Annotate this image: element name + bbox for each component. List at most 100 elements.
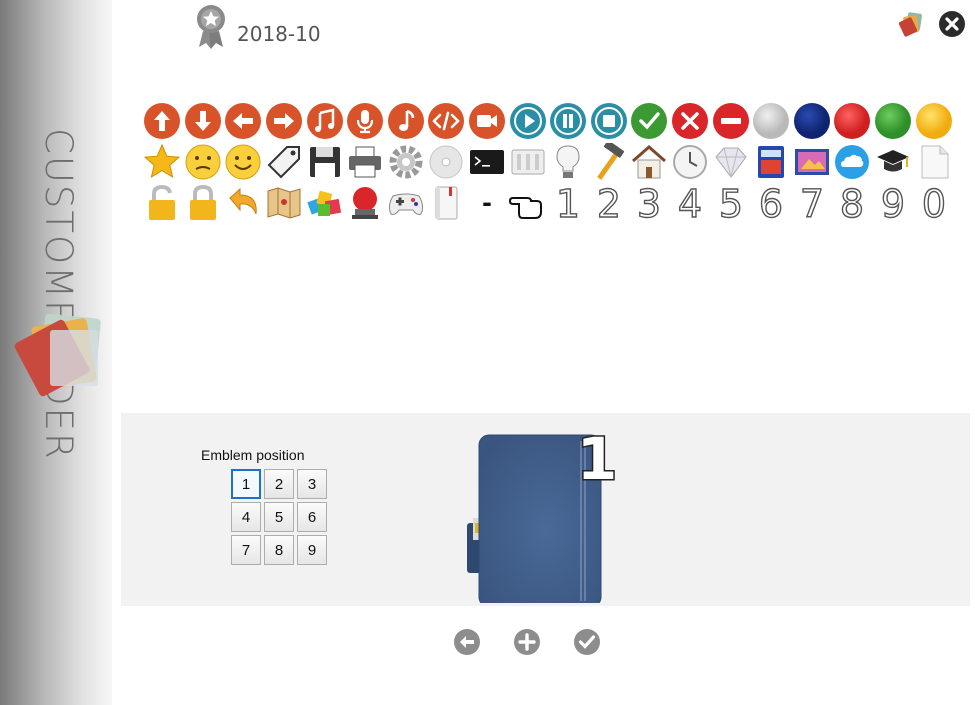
award-badge-icon [197, 5, 225, 49]
image-icon[interactable] [792, 141, 833, 182]
dash-icon[interactable]: - [467, 182, 508, 223]
navy-dot-icon[interactable] [792, 100, 833, 141]
svg-text:0: 0 [921, 184, 945, 222]
digit-2-icon[interactable]: 2 [589, 182, 630, 223]
disc-icon[interactable] [426, 141, 467, 182]
position-button-2[interactable]: 2 [264, 469, 294, 499]
music-note-icon[interactable] [386, 100, 427, 141]
emblem-row-2 [142, 141, 954, 182]
arrow-left-icon[interactable] [223, 100, 264, 141]
action-bar [452, 627, 602, 657]
svg-text:3: 3 [637, 184, 661, 222]
red-dot-icon[interactable] [832, 100, 873, 141]
svg-text:9: 9 [881, 184, 905, 222]
add-icon[interactable] [512, 627, 542, 657]
version-row: 2018-10 [195, 3, 321, 49]
digit-4-icon[interactable]: 4 [670, 182, 711, 223]
locked-padlock-icon[interactable] [183, 182, 224, 223]
svg-text:1: 1 [556, 184, 580, 222]
music-notes-icon[interactable] [304, 100, 345, 141]
digit-5-icon[interactable]: 5 [710, 182, 751, 223]
emblem-position-label: Emblem position [201, 447, 305, 463]
cross-icon[interactable] [670, 100, 711, 141]
folder-stack-logo-icon [14, 313, 101, 397]
digit-8-icon[interactable]: 8 [832, 182, 873, 223]
microphone-icon[interactable] [345, 100, 386, 141]
svg-text:7: 7 [800, 184, 824, 222]
stop-icon[interactable] [589, 100, 630, 141]
digit-0-icon[interactable]: 0 [913, 182, 954, 223]
position-button-3[interactable]: 3 [297, 469, 327, 499]
svg-text:8: 8 [840, 184, 864, 222]
diamond-icon[interactable] [710, 141, 751, 182]
unlocked-padlock-icon[interactable] [142, 182, 183, 223]
emblem-position-grid: 1 2 3 4 5 6 7 8 9 [231, 469, 327, 565]
svg-text:-: - [482, 189, 492, 217]
gamepad-icon[interactable] [386, 182, 427, 223]
pause-icon[interactable] [548, 100, 589, 141]
digit-1-icon[interactable]: 1 [548, 182, 589, 223]
custom-folder-window: CUSTOMFOLDER 2018-10 - 1 2 3 4 5 6 7 8 9… [0, 0, 975, 705]
emblem-row-1 [142, 100, 954, 141]
document-icon[interactable] [913, 141, 954, 182]
sidebar: CUSTOMFOLDER [0, 0, 112, 705]
position-button-4[interactable]: 4 [231, 502, 261, 532]
map-icon[interactable] [264, 182, 305, 223]
folder-emblem-label: 1 [577, 425, 617, 493]
calculator-icon[interactable] [751, 141, 792, 182]
graduation-cap-icon[interactable] [873, 141, 914, 182]
terminal-icon[interactable] [467, 141, 508, 182]
position-button-5[interactable]: 5 [264, 502, 294, 532]
pointing-hand-icon[interactable] [507, 182, 548, 223]
smiley-face-icon[interactable] [223, 141, 264, 182]
clock-icon[interactable] [670, 141, 711, 182]
emblem-grid: - 1 2 3 4 5 6 7 8 9 0 [142, 100, 954, 223]
position-button-1[interactable]: 1 [231, 469, 261, 499]
arrow-up-icon[interactable] [142, 100, 183, 141]
close-icon[interactable] [938, 10, 966, 38]
apply-check-icon[interactable] [572, 627, 602, 657]
neutral-face-icon[interactable] [183, 141, 224, 182]
app-folder-icon[interactable] [898, 10, 926, 38]
video-camera-icon[interactable] [467, 100, 508, 141]
yellow-dot-icon[interactable] [913, 100, 954, 141]
house-icon[interactable] [629, 141, 670, 182]
green-dot-icon[interactable] [873, 100, 914, 141]
preview-panel: Emblem position 1 2 3 4 5 6 7 8 9 1 [121, 413, 970, 606]
gray-dot-icon[interactable] [751, 100, 792, 141]
printer-icon[interactable] [345, 141, 386, 182]
digit-6-icon[interactable]: 6 [751, 182, 792, 223]
color-blocks-icon[interactable] [304, 182, 345, 223]
emblem-row-3: - 1 2 3 4 5 6 7 8 9 0 [142, 182, 954, 223]
arrow-down-icon[interactable] [183, 100, 224, 141]
position-button-9[interactable]: 9 [297, 535, 327, 565]
svg-text:5: 5 [719, 184, 743, 222]
return-arrow-icon[interactable] [223, 182, 264, 223]
hammer-icon[interactable] [589, 141, 630, 182]
tag-icon[interactable] [264, 141, 305, 182]
notebook-icon[interactable] [426, 182, 467, 223]
code-icon[interactable] [426, 100, 467, 141]
position-button-7[interactable]: 7 [231, 535, 261, 565]
server-icon[interactable] [507, 141, 548, 182]
floppy-disk-icon[interactable] [304, 141, 345, 182]
position-button-6[interactable]: 6 [297, 502, 327, 532]
blue-folder-icon: 1 [467, 424, 619, 603]
svg-text:4: 4 [678, 184, 702, 222]
svg-text:2: 2 [597, 184, 621, 222]
position-button-8[interactable]: 8 [264, 535, 294, 565]
gear-icon[interactable] [386, 141, 427, 182]
alarm-bell-icon[interactable] [345, 182, 386, 223]
arrow-right-icon[interactable] [264, 100, 305, 141]
back-arrow-icon[interactable] [452, 627, 482, 657]
digit-9-icon[interactable]: 9 [873, 182, 914, 223]
play-icon[interactable] [507, 100, 548, 141]
minus-icon[interactable] [710, 100, 751, 141]
cloud-icon[interactable] [832, 141, 873, 182]
digit-7-icon[interactable]: 7 [792, 182, 833, 223]
svg-text:6: 6 [759, 184, 783, 222]
star-icon[interactable] [142, 141, 183, 182]
lightbulb-icon[interactable] [548, 141, 589, 182]
check-icon[interactable] [629, 100, 670, 141]
digit-3-icon[interactable]: 3 [629, 182, 670, 223]
